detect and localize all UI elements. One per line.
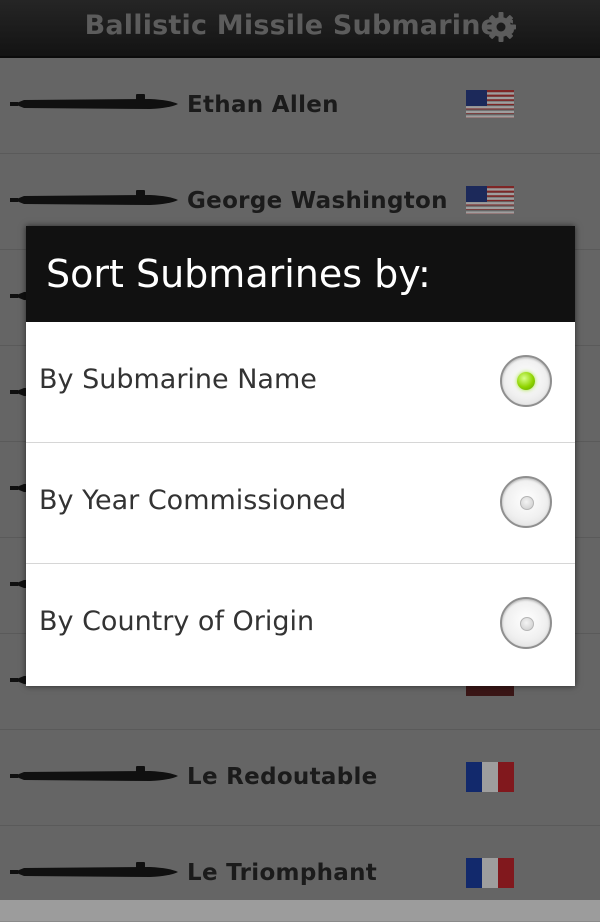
- radio-button[interactable]: [500, 476, 552, 528]
- radio-dot-icon: [520, 496, 534, 510]
- radio-dot-icon: [517, 372, 535, 390]
- radio-dot-icon: [520, 617, 534, 631]
- sort-option-label: By Submarine Name: [39, 364, 317, 395]
- dialog-title: Sort Submarines by:: [26, 226, 575, 322]
- sort-option-name[interactable]: By Submarine Name: [26, 322, 575, 443]
- radio-button[interactable]: [500, 597, 552, 649]
- sort-option-country[interactable]: By Country of Origin: [26, 564, 575, 685]
- sort-option-year[interactable]: By Year Commissioned: [26, 443, 575, 564]
- sort-dialog: Sort Submarines by: By Submarine Name By…: [26, 226, 575, 686]
- radio-button[interactable]: [500, 355, 552, 407]
- sort-option-label: By Country of Origin: [39, 606, 315, 637]
- sort-option-label: By Year Commissioned: [39, 485, 347, 516]
